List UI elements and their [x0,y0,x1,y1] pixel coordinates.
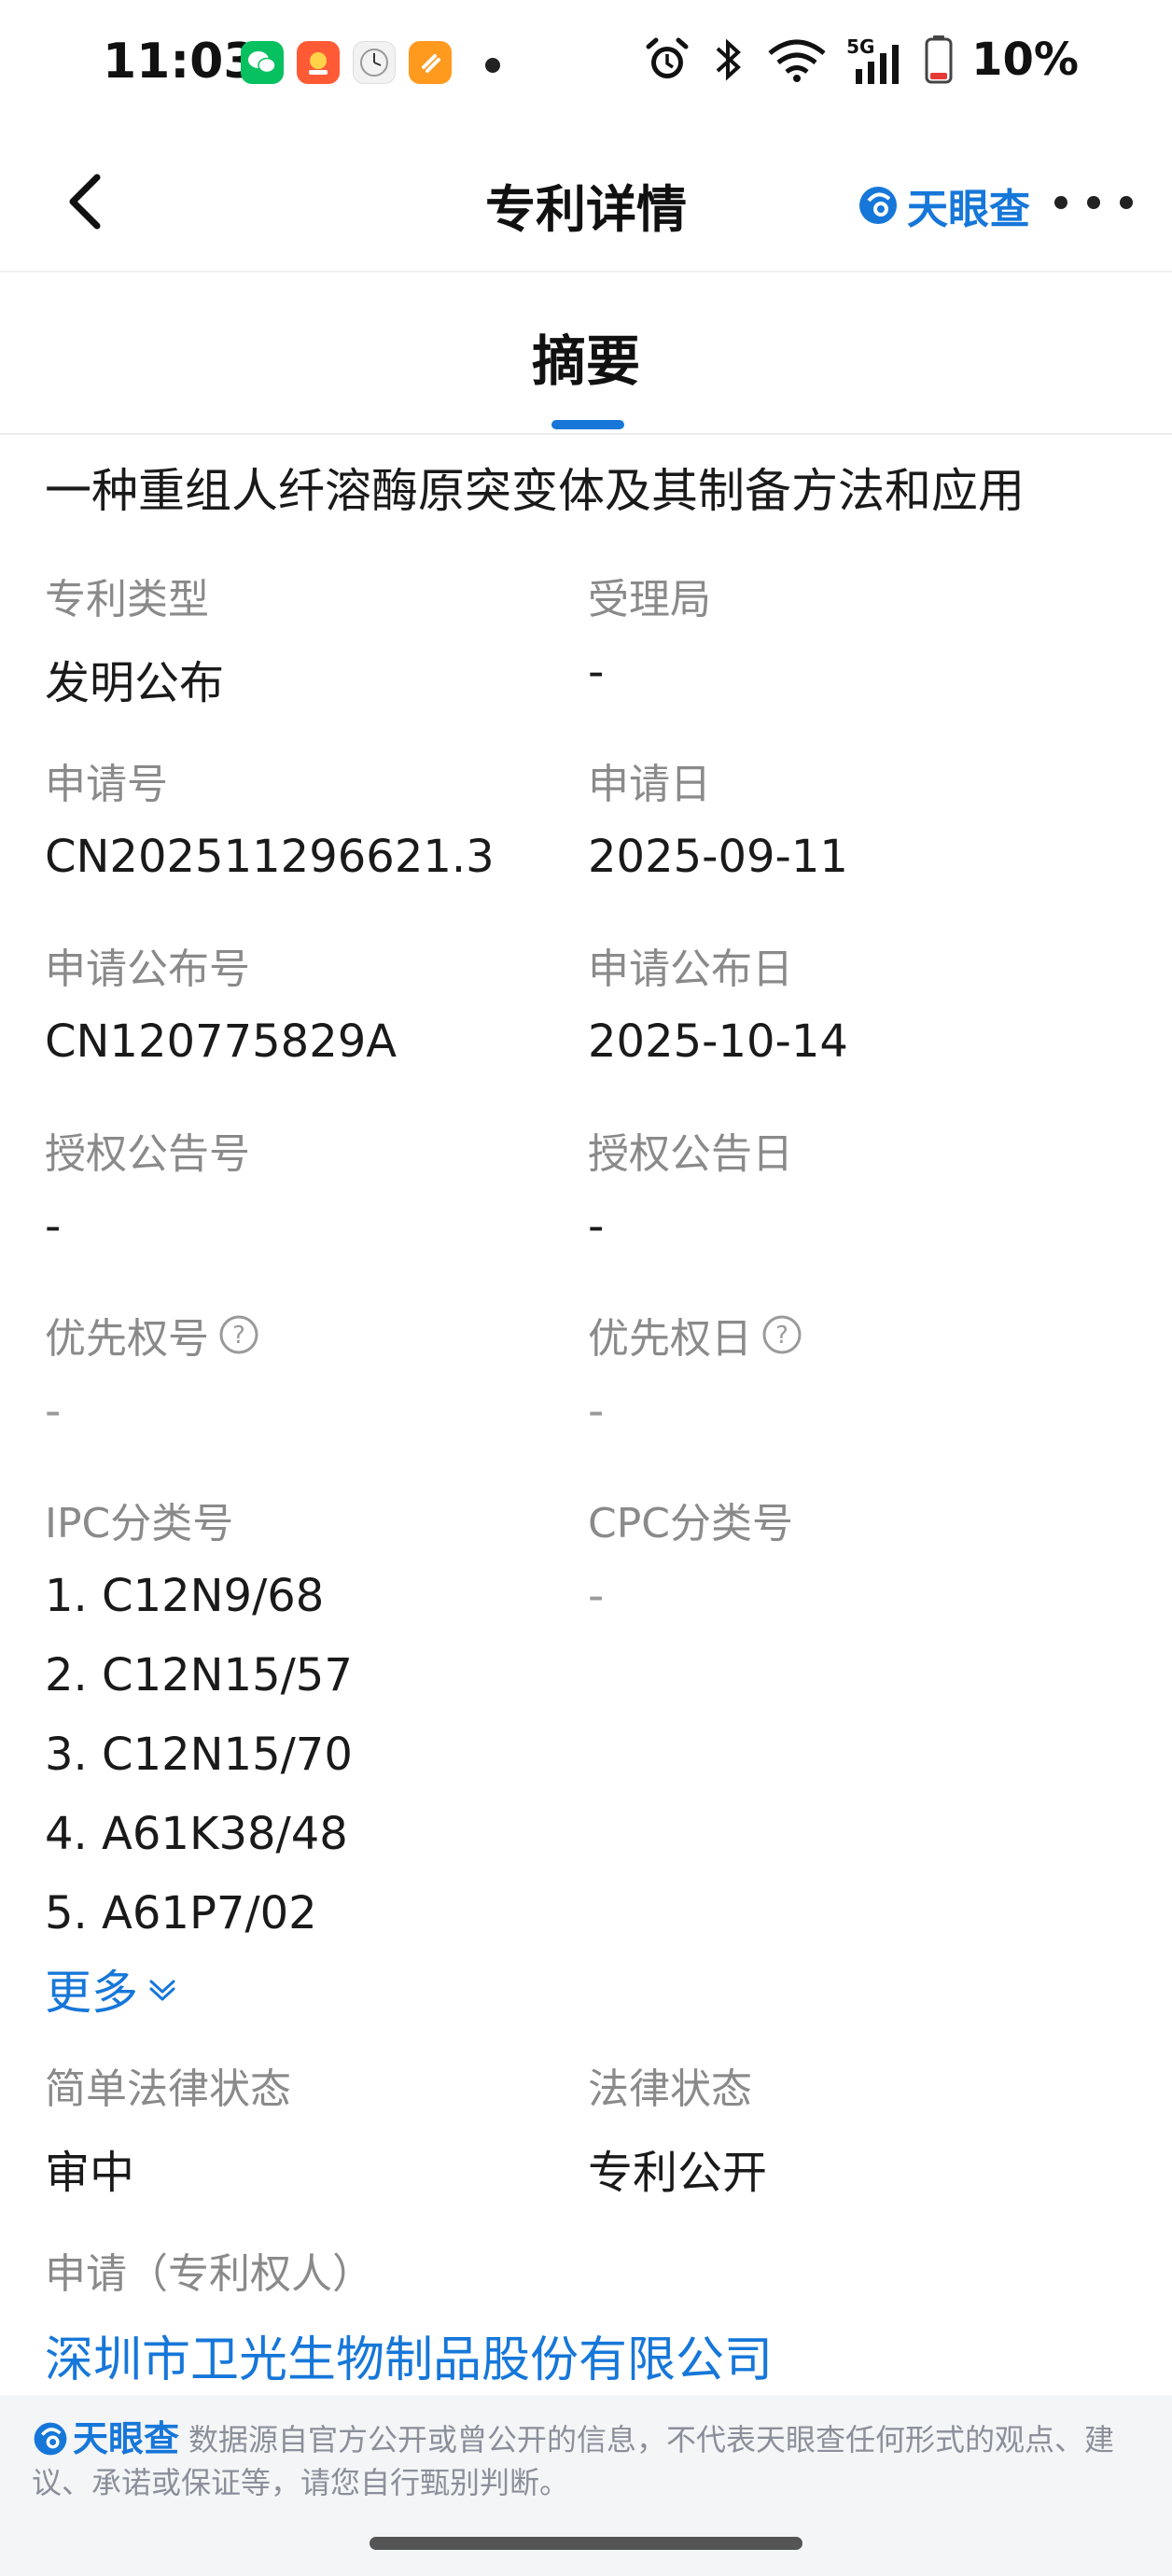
field-label: 授权公告号 [45,1130,250,1178]
field-label: IPC分类号 [45,1500,234,1547]
field-publication-number: 申请公布号 CN120775829A [45,935,567,1068]
ipc-item: 2. C12N15/57 [45,1649,353,1701]
more-options-button[interactable] [1054,179,1133,226]
signal-icon: 5G [846,35,906,84]
orange-app-icon [409,41,452,84]
footer-brand: 天眼查 [32,2417,179,2460]
field-value: 2025-09-11 [588,831,848,883]
chevron-down-icon [149,1980,175,2001]
field-label: 优先权号 ? [45,1305,567,1365]
field-label: 优先权日 ? [588,1305,1110,1365]
ipc-list: 1. C12N9/68 2. C12N15/57 3. C12N15/70 4.… [45,1570,567,1967]
wechat-icon [241,41,284,84]
more-notifications-dot [485,58,500,73]
field-applicant: 申请（专利权人） 深圳市卫光生物制品股份有限公司 [45,2240,1127,2390]
wifi-icon [768,39,826,82]
ipc-item: 3. C12N15/70 [45,1729,353,1781]
field-label: 简单法律状态 [45,2065,291,2113]
field-cpc: CPC分类号 - [588,1490,1110,1622]
tab-summary[interactable]: 摘要 [0,317,1172,396]
ipc-item: 4. A61K38/48 [45,1808,348,1860]
field-label: 申请（专利权人） [45,2250,373,2298]
tianyancha-logo-icon [859,187,897,224]
tianyancha-logo[interactable]: 天眼查 [857,175,1030,235]
bluetooth-icon [716,38,742,81]
field-publication-date: 申请公布日 2025-10-14 [588,935,1110,1068]
field-value: - [588,646,605,698]
field-label: 申请日 [588,761,711,808]
field-value: - [45,1200,62,1253]
brand-name: 天眼查 [907,186,1030,233]
svg-text:?: ? [232,1322,245,1350]
field-simple-legal-status: 简单法律状态 审中 [45,2055,567,2201]
svg-text:?: ? [775,1322,788,1350]
disclaimer-text: 天眼查 数据源自官方公开或曾公开的信息，不代表天眼查任何形式的观点、建议、承诺或… [32,2417,1142,2504]
more-dot-icon [1054,196,1067,209]
more-dot-icon [1087,196,1100,209]
field-value: 2025-10-14 [588,1015,848,1068]
field-label: 申请公布号 [45,945,250,993]
field-patent-type: 专利类型 发明公布 [45,566,567,711]
field-office: 受理局 - [588,566,1110,698]
field-label: 法律状态 [588,2065,752,2113]
field-value: 专利公开 [588,2147,768,2199]
tab-bar: 摘要 [0,273,1172,435]
patent-detail-screen: 11:03 5G 10% 专利详情 天眼查 摘要 一种重组人纤溶酶原突变体及其制… [0,0,1172,2576]
field-value: - [45,1385,62,1437]
field-application-number: 申请号 CN202511296621.3 [45,750,567,883]
battery-percent: 10% [971,34,1079,86]
help-icon[interactable]: ? [761,1314,802,1355]
field-priority-date: 优先权日 ? - [588,1305,1110,1437]
field-grant-date: 授权公告日 - [588,1120,1110,1253]
help-icon[interactable]: ? [218,1314,259,1355]
field-label: CPC分类号 [588,1500,793,1547]
field-value: - [588,1570,605,1622]
field-legal-status: 法律状态 专利公开 [588,2055,1110,2201]
field-value: CN202511296621.3 [45,831,495,883]
home-indicator[interactable] [370,2537,802,2550]
status-indicators: 5G 10% [643,34,1079,86]
ipc-item: 1. C12N9/68 [45,1570,325,1622]
field-label: 授权公告日 [588,1130,793,1178]
tianyancha-logo-icon [34,2422,67,2456]
applicant-link[interactable]: 深圳市卫光生物制品股份有限公司 [45,2320,1127,2390]
nav-bar: 专利详情 天眼查 [0,131,1172,273]
field-label: 受理局 [588,576,711,623]
status-time: 11:03 [103,34,258,90]
field-application-date: 申请日 2025-09-11 [588,750,1110,883]
clock-app-icon [353,41,396,84]
more-link-label: 更多 [45,1966,138,2020]
field-value: 审中 [45,2147,135,2199]
game-app-icon [297,41,340,84]
battery-icon [925,35,953,84]
field-value: CN120775829A [45,1015,398,1068]
field-label-text: 优先权号 [45,1315,209,1363]
field-value: - [588,1385,605,1437]
more-dot-icon [1120,196,1133,209]
disclaimer-body: 数据源自官方公开或曾公开的信息，不代表天眼查任何形式的观点、建议、承诺或保证等，… [32,2422,1115,2500]
patent-title: 一种重组人纤溶酶原突变体及其制备方法和应用 [45,464,1025,518]
field-grant-number: 授权公告号 - [45,1120,567,1253]
alarm-icon [646,37,689,78]
field-ipc: IPC分类号 1. C12N9/68 2. C12N15/57 3. C12N1… [45,1490,567,2023]
tab-active-indicator [551,420,624,429]
field-priority-number: 优先权号 ? - [45,1305,567,1437]
footer-brand-name: 天眼查 [73,2418,180,2459]
field-label-text: 优先权日 [588,1315,752,1363]
status-bar: 11:03 5G 10% [0,0,1172,131]
ipc-more-link[interactable]: 更多 [45,1955,567,2023]
field-label: 申请公布日 [588,945,793,993]
field-value: - [588,1200,605,1253]
notification-icons [241,41,452,84]
field-value: 发明公布 [45,657,225,709]
field-label: 专利类型 [45,576,209,623]
field-label: 申请号 [45,761,168,808]
